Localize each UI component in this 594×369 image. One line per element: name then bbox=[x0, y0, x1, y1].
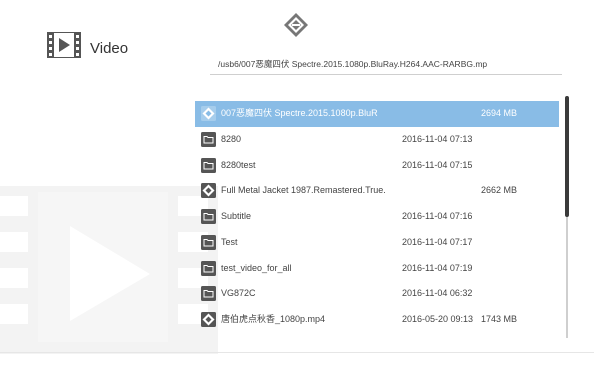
folder-row[interactable]: 8280test 2016-11-04 07:15 bbox=[195, 153, 559, 179]
folder-row[interactable]: Test 2016-11-04 07:17 bbox=[195, 230, 559, 256]
folder-row[interactable]: 8280 2016-11-04 07:13 bbox=[195, 127, 559, 153]
folder-name: 8280test bbox=[221, 159, 256, 170]
file-size: 2662 MB bbox=[481, 185, 518, 196]
file-size: 2694 MB bbox=[481, 108, 518, 118]
folder-icon bbox=[201, 157, 216, 173]
folder-name: Test bbox=[221, 236, 238, 247]
file-date: 2016-11-04 07:13 bbox=[402, 133, 473, 144]
file-date: 2016-11-04 07:15 bbox=[402, 159, 473, 170]
video-file-icon bbox=[201, 106, 216, 121]
folder-name: test_video_for_all bbox=[221, 262, 292, 273]
bottom-divider bbox=[0, 352, 594, 353]
app-logo-icon bbox=[284, 13, 308, 37]
film-background-decoration bbox=[0, 186, 218, 354]
folder-icon bbox=[201, 234, 216, 250]
folder-icon bbox=[201, 209, 216, 224]
folder-name: 8280 bbox=[221, 133, 242, 144]
folder-icon bbox=[201, 286, 216, 302]
video-film-icon bbox=[47, 32, 81, 58]
file-list: 007恶魔四伏 Spectre.2015.1080p.BluR 2694 MB … bbox=[195, 101, 559, 333]
file-date: 2016-11-04 07:17 bbox=[402, 236, 473, 247]
video-file-icon bbox=[201, 183, 216, 199]
file-date: 2016-11-04 07:16 bbox=[402, 211, 473, 221]
file-name: Full Metal Jacket 1987.Remastered.True. bbox=[221, 185, 386, 196]
scrollbar-thumb[interactable] bbox=[565, 96, 569, 217]
file-size: 1743 MB bbox=[481, 314, 518, 324]
folder-name: VG872C bbox=[221, 288, 256, 299]
folder-icon bbox=[201, 260, 216, 276]
video-file-icon bbox=[201, 312, 216, 327]
folder-name: Subtitle bbox=[221, 211, 252, 221]
folder-row[interactable]: Subtitle 2016-11-04 07:16 bbox=[195, 204, 559, 230]
folder-row[interactable]: VG872C 2016-11-04 06:32 bbox=[195, 281, 559, 307]
file-row-video[interactable]: 唐伯虎点秋香_1080p.mp4 2016-05-20 09:13 1743 M… bbox=[195, 307, 559, 333]
file-name: 007恶魔四伏 Spectre.2015.1080p.BluR bbox=[221, 108, 378, 118]
file-date: 2016-05-20 09:13 bbox=[402, 314, 474, 324]
file-row-video[interactable]: Full Metal Jacket 1987.Remastered.True. … bbox=[195, 178, 559, 204]
file-name: 唐伯虎点秋香_1080p.mp4 bbox=[221, 314, 326, 324]
folder-icon bbox=[201, 131, 216, 147]
current-path: /usb6/007恶魔四伏 Spectre.2015.1080p.BluRay.… bbox=[218, 59, 488, 69]
file-date: 2016-11-04 06:32 bbox=[402, 288, 473, 299]
path-divider bbox=[210, 74, 562, 75]
folder-row[interactable]: test_video_for_all 2016-11-04 07:19 bbox=[195, 256, 559, 282]
file-row-video[interactable]: 007恶魔四伏 Spectre.2015.1080p.BluR 2694 MB bbox=[195, 101, 559, 127]
app-title: Video bbox=[90, 40, 129, 57]
file-date: 2016-11-04 07:19 bbox=[402, 262, 473, 273]
